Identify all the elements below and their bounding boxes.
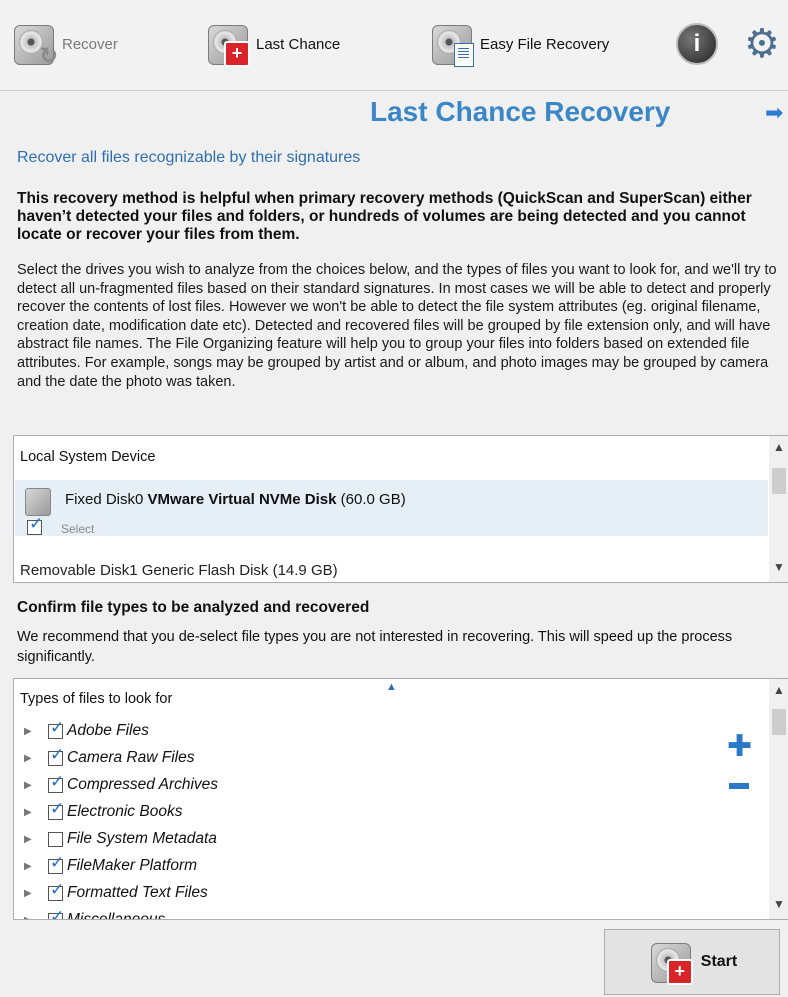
toolbar: ↻ Recover + Last Chance Easy File Recove… (0, 0, 788, 91)
expand-arrow-icon[interactable]: ▶ (24, 807, 48, 818)
expand-arrow-icon[interactable]: ▶ (24, 726, 48, 737)
start-button[interactable]: + Start (604, 929, 780, 995)
recover-button[interactable]: ↻ Recover (10, 14, 118, 74)
intro-text: Select the drives you wish to analyze fr… (17, 262, 777, 390)
intro-bold-text: This recovery method is helpful when pri… (17, 190, 752, 243)
last-chance-button[interactable]: + Last Chance (204, 14, 340, 74)
file-type-checkbox[interactable] (48, 772, 64, 793)
gear-icon: ⚙ (744, 22, 780, 66)
scroll-up-icon[interactable]: ▲ (769, 440, 788, 458)
expand-arrow-icon[interactable]: ▶ (24, 888, 48, 899)
easy-file-recovery-button[interactable]: Easy File Recovery (428, 14, 609, 74)
expand-arrow-icon[interactable]: ▶ (24, 915, 48, 920)
expand-arrow-icon[interactable]: ▶ (24, 834, 48, 845)
file-type-label: Adobe Files (67, 722, 149, 739)
disk-first-aid-icon: + (647, 939, 693, 985)
page-title: Last Chance Recovery (370, 96, 671, 127)
scroll-up-icon[interactable]: ▲ (769, 683, 788, 701)
device-select-checkbox[interactable] (27, 514, 43, 535)
expand-arrow-icon[interactable]: ▶ (24, 753, 48, 764)
file-type-checkbox[interactable] (48, 880, 64, 901)
file-type-checkbox[interactable] (48, 907, 64, 919)
select-all-plus-icon[interactable]: ✚ (727, 729, 752, 764)
file-type-checkbox[interactable] (48, 799, 64, 820)
file-types-heading: Confirm file types to be analyzed and re… (17, 599, 370, 616)
file-type-item[interactable]: ▶ Adobe Files (24, 718, 149, 743)
device-row-partial[interactable]: Removable Disk1 Generic Flash Disk (14.9… (20, 562, 338, 579)
device-list-scrollbar[interactable]: ▲ ▼ (769, 436, 788, 582)
file-type-checkbox[interactable] (48, 853, 64, 874)
device-list-header: Local System Device (20, 449, 156, 465)
device-row[interactable]: Fixed Disk0 VMware Virtual NVMe Disk (60… (15, 480, 768, 536)
file-type-item[interactable]: ▶ Miscellaneous (24, 907, 166, 920)
info-button[interactable]: i (676, 14, 718, 74)
disk-document-icon (428, 21, 474, 67)
device-select-label: Select (61, 522, 95, 536)
file-type-label: FileMaker Platform (67, 857, 198, 874)
file-type-checkbox[interactable] (48, 718, 64, 739)
device-name: Fixed Disk0 VMware Virtual NVMe Disk (60… (65, 491, 406, 508)
recover-label: Recover (62, 35, 118, 53)
last-chance-label: Last Chance (256, 35, 341, 53)
file-type-item[interactable]: ▶ Camera Raw Files (24, 745, 195, 770)
file-type-item[interactable]: ▶ Formatted Text Files (24, 880, 208, 905)
device-list[interactable]: Local System Device Fixed Disk0 VMware V… (13, 435, 788, 583)
scroll-down-icon[interactable]: ▼ (769, 897, 788, 915)
file-type-label: Compressed Archives (67, 776, 219, 793)
file-type-label: Camera Raw Files (67, 749, 195, 766)
disk-recover-icon: ↻ (10, 21, 58, 68)
settings-button[interactable]: ⚙ (744, 14, 780, 74)
file-type-label: Electronic Books (67, 803, 183, 820)
collapse-triangle-icon[interactable]: ▲ (386, 681, 397, 693)
start-label: Start (700, 953, 738, 970)
info-icon: i (676, 23, 718, 65)
file-types-recommendation: We recommend that you de-select file typ… (17, 629, 733, 665)
easy-file-recovery-label: Easy File Recovery (480, 35, 610, 53)
scroll-down-icon[interactable]: ▼ (769, 560, 788, 578)
next-arrow-icon[interactable]: ➡ (765, 100, 783, 126)
file-type-item[interactable]: ▶ File System Metadata (24, 827, 217, 851)
file-type-checkbox[interactable] (48, 745, 64, 766)
file-type-item[interactable]: ▶ FileMaker Platform (24, 853, 198, 878)
scroll-thumb[interactable] (772, 468, 786, 494)
page-subtitle: Recover all files recognizable by their … (17, 149, 361, 166)
file-types-list-header: Types of files to look for (20, 691, 173, 707)
expand-arrow-icon[interactable]: ▶ (24, 861, 48, 872)
hard-disk-icon (25, 488, 51, 516)
deselect-all-minus-icon[interactable] (729, 783, 749, 789)
file-type-checkbox[interactable] (48, 831, 63, 847)
file-type-label: File System Metadata (67, 830, 217, 847)
file-type-label: Miscellaneous (67, 911, 166, 920)
scroll-thumb[interactable] (772, 709, 786, 735)
file-types-list[interactable]: ▲ Types of files to look for ▶ Adobe Fil… (13, 678, 788, 920)
expand-arrow-icon[interactable]: ▶ (24, 780, 48, 791)
file-type-item[interactable]: ▶ Compressed Archives (24, 772, 219, 797)
file-type-item[interactable]: ▶ Electronic Books (24, 799, 183, 824)
file-types-scrollbar[interactable]: ▲ ▼ (769, 679, 788, 919)
file-type-label: Formatted Text Files (67, 884, 208, 901)
disk-first-aid-icon: + (204, 21, 250, 67)
